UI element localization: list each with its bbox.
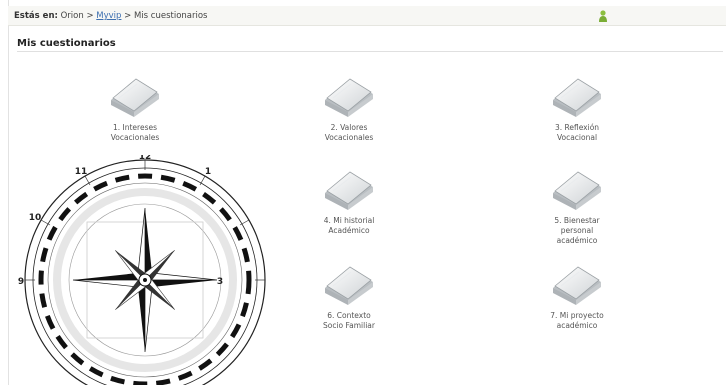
questionnaire-label: Socio Familiar [323,321,375,330]
compass-label-11: 11 [75,167,88,177]
questionnaire-label: académico [556,236,598,245]
compass-rose-icon: 12 11 10 1 9 3 [18,155,266,385]
questionnaire-label: Vocacionales [324,133,374,142]
questionnaire-label: 5. Bienestar [554,216,600,225]
questionnaire-label: Vocacionales [110,133,160,142]
compass-label-1: 1 [205,167,211,177]
breadcrumb-link-myvip[interactable]: Myvip [96,11,121,21]
questionnaire-7[interactable]: 7. Mi proyecto académico [522,262,632,331]
questionnaire-label: 1. Intereses [112,123,158,132]
user-status-icon [599,10,607,22]
breadcrumb: Estás en: Orion > Myvip > Mis cuestionar… [8,6,726,26]
folder-icon [319,167,379,215]
questionnaire-label: 7. Mi proyecto [550,311,604,320]
folder-icon [547,262,607,310]
breadcrumb-separator: > [124,11,132,21]
questionnaire-label: 2. Valores [330,123,368,132]
compass-label-3: 3 [217,277,223,287]
questionnaire-label: 4. Mi historial [323,216,375,225]
folder-icon [105,74,165,122]
questionnaire-2[interactable]: 2. Valores Vocacionales [294,74,404,143]
breadcrumb-separator: > [86,11,94,21]
folder-icon [547,74,607,122]
folder-icon [319,74,379,122]
breadcrumb-root: Orion [60,11,84,21]
page-title: Mis cuestionarios [17,38,116,49]
breadcrumb-current: Mis cuestionarios [133,11,208,21]
questionnaire-label: 3. Reflexión [554,123,600,132]
compass-label-9: 9 [18,277,24,287]
questionnaire-label: personal [560,226,594,235]
folder-icon [319,262,379,310]
questionnaire-3[interactable]: 3. Reflexión Vocacional [522,74,632,143]
title-divider [17,51,723,52]
questionnaire-label: Académico [328,226,370,235]
questionnaire-6[interactable]: 6. Contexto Socio Familiar [294,262,404,331]
questionnaire-label: académico [556,321,598,330]
questionnaire-5[interactable]: 5. Bienestar personal académico [522,167,632,246]
compass-label-12: 12 [139,155,152,162]
breadcrumb-prefix: Estás en: [14,11,58,21]
folder-icon [547,167,607,215]
compass-label-10: 10 [29,213,42,223]
questionnaire-label: 6. Contexto [327,311,371,320]
questionnaire-label: Vocacional [556,133,598,142]
questionnaire-4[interactable]: 4. Mi historial Académico [294,167,404,236]
questionnaire-1[interactable]: 1. Intereses Vocacionales [80,74,190,143]
